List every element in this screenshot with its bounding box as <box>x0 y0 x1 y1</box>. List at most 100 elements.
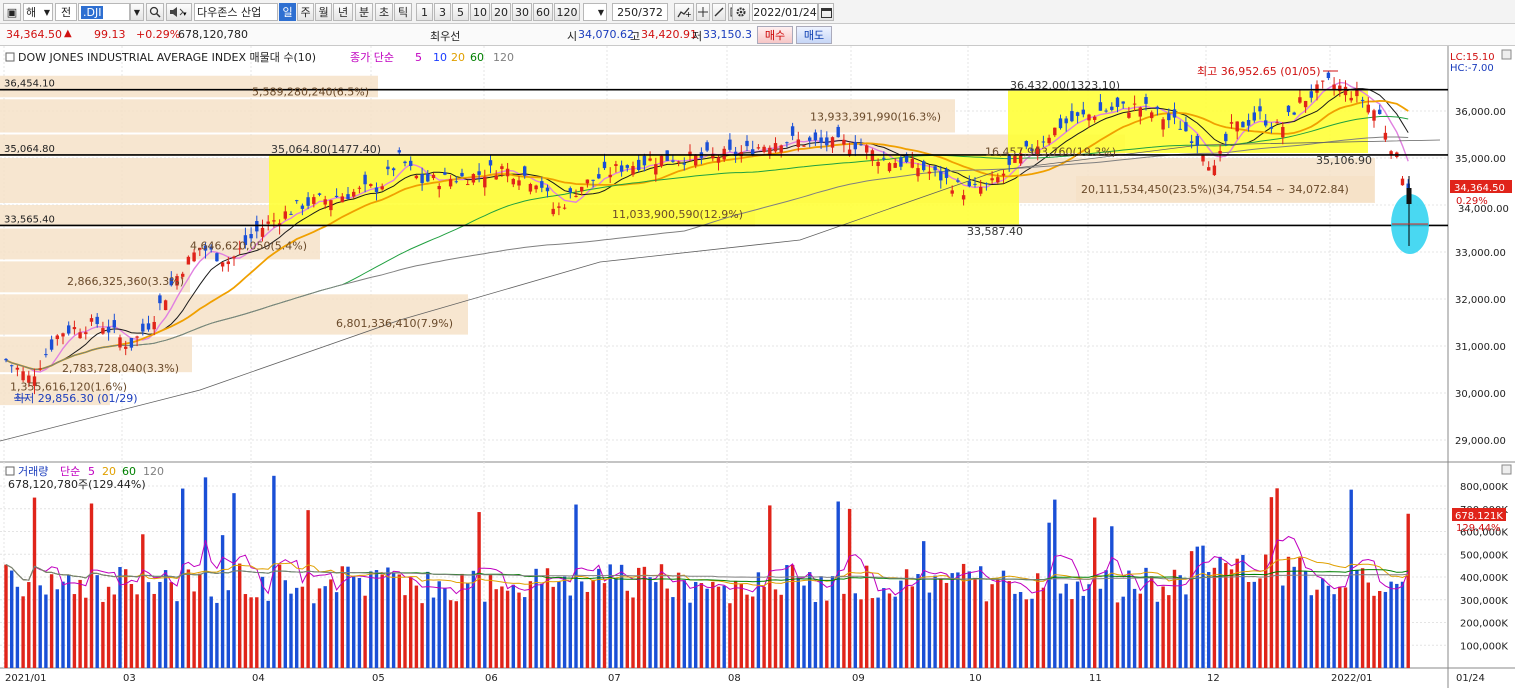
horizontal-level-label: 35,064.80 <box>4 144 55 155</box>
chart-add-icon[interactable]: + <box>674 3 694 21</box>
interval-custom-select[interactable]: ▼ <box>583 3 607 21</box>
interval-5-label: 5 <box>457 5 464 19</box>
volume-bar <box>836 501 840 668</box>
volume-bar <box>648 577 652 668</box>
volume-bar <box>505 590 510 668</box>
price-ma-period: 10 <box>433 51 447 64</box>
candle-body <box>1252 112 1256 121</box>
candle-body <box>830 137 835 148</box>
volume-profile-label: 2,783,728,040(3.3%) <box>62 362 179 375</box>
volume-bar <box>1098 588 1103 668</box>
candle-body <box>979 187 983 194</box>
volume-bar <box>574 504 578 668</box>
interval-60-button[interactable]: 60 <box>533 3 553 21</box>
interval-120-button[interactable]: 120 <box>554 3 580 21</box>
high-label: 고 <box>630 30 641 43</box>
volume-bar <box>580 581 584 668</box>
sell-button[interactable]: 매도 <box>796 26 832 44</box>
candle-body <box>1389 151 1393 155</box>
candle-body <box>454 181 458 183</box>
volume-bar <box>1184 594 1188 668</box>
period-year-tab[interactable]: 년 <box>333 3 353 21</box>
market-select[interactable]: 해 ▼ <box>23 3 53 21</box>
candle-body <box>397 150 401 153</box>
x-axis-label: 10 <box>969 673 982 684</box>
draw-tool-icon[interactable] <box>712 3 726 21</box>
symbol-input[interactable]: .DJI <box>78 3 130 21</box>
volume-bar <box>619 564 624 668</box>
candle-body <box>72 327 77 330</box>
buy-button[interactable]: 매수 <box>757 26 793 44</box>
volume-bar <box>1070 599 1074 668</box>
candle-body <box>580 186 584 192</box>
volume-bar <box>317 588 322 668</box>
best-bid-label: 최우선 <box>430 30 461 43</box>
volume-bar <box>255 597 259 668</box>
volume-bar <box>1064 583 1068 668</box>
volume-bar <box>1275 488 1279 668</box>
window-menu-icon[interactable]: ▣ <box>3 3 21 21</box>
period-tick-tab[interactable]: 틱 <box>394 3 412 21</box>
volume-bar <box>1127 570 1131 668</box>
candle-body <box>671 160 675 162</box>
symbol-dropdown-icon[interactable]: ▼ <box>130 3 144 21</box>
interval-1-button[interactable]: 1 <box>416 3 433 21</box>
volume-bar <box>585 591 590 668</box>
calendar-icon[interactable] <box>818 3 834 21</box>
interval-5-button[interactable]: 5 <box>452 3 469 21</box>
chart-svg[interactable]: 2021/01 03 04 05 06 07 08 09 10 11 12 2022/01 01/24 3… <box>0 46 1515 688</box>
candle-body <box>84 332 88 335</box>
volume-bar <box>186 569 191 668</box>
volume-bar <box>243 594 248 668</box>
chart-area[interactable]: 2021/01 03 04 05 06 07 08 09 10 11 12 2022/01 01/24 3… <box>0 46 1515 688</box>
date-input[interactable]: 2022/01/24 <box>752 3 818 21</box>
candle-body <box>500 166 504 169</box>
candle-body <box>215 253 219 262</box>
price-axis-label: 35,000.00 <box>1455 154 1506 165</box>
volume-bar <box>768 505 772 668</box>
interval-30-button[interactable]: 30 <box>512 3 532 21</box>
candle-body <box>1269 126 1274 129</box>
volume-bar <box>1355 569 1359 668</box>
volume-bar <box>830 576 835 668</box>
candle-body <box>1098 102 1103 111</box>
volume-bar <box>27 582 31 668</box>
candle-body <box>1383 132 1388 140</box>
chevron-down-icon: ▼ <box>597 7 604 17</box>
candle-body <box>1127 112 1131 118</box>
speaker-icon[interactable]: ▾ <box>166 3 192 21</box>
candle-body <box>893 163 897 168</box>
interval-1-label: 1 <box>421 5 428 19</box>
candle-body <box>961 195 966 200</box>
candle-body <box>1087 114 1091 121</box>
volume-bar <box>1366 582 1370 668</box>
volume-bar <box>802 585 806 668</box>
period-second-tab[interactable]: 초 <box>375 3 393 21</box>
search-icon[interactable] <box>146 3 164 21</box>
period-week-tab[interactable]: 주 <box>297 3 314 21</box>
candle-body <box>1155 106 1160 110</box>
interval-3-button[interactable]: 3 <box>434 3 451 21</box>
interval-10-button[interactable]: 10 <box>470 3 490 21</box>
candle-body <box>705 142 709 151</box>
candle-body <box>990 178 994 181</box>
current-range-volume-label: 20,111,534,450(23.5%)(34,754.54 ~ 34,072… <box>1081 183 1349 196</box>
interval-120-label: 120 <box>556 5 578 19</box>
crosshair-icon[interactable] <box>696 3 710 21</box>
interval-20-button[interactable]: 20 <box>491 3 511 21</box>
candle-body <box>591 179 595 181</box>
interval-20-label: 20 <box>494 5 508 19</box>
candle-body <box>1372 110 1376 121</box>
period-minute-tab[interactable]: 분 <box>355 3 373 21</box>
volume-bar <box>38 585 42 668</box>
prev-button[interactable]: 전 <box>55 3 77 21</box>
volume-bar <box>562 576 567 668</box>
period-month-tab[interactable]: 월 <box>315 3 332 21</box>
candle-body <box>1064 118 1068 124</box>
period-day-tab[interactable]: 일 <box>279 3 296 21</box>
count-display[interactable]: 250/372 <box>612 3 668 21</box>
candle-body <box>557 206 561 208</box>
candle-body <box>545 187 550 192</box>
volume-bar <box>89 503 94 668</box>
settings-gear-icon[interactable] <box>732 3 750 21</box>
